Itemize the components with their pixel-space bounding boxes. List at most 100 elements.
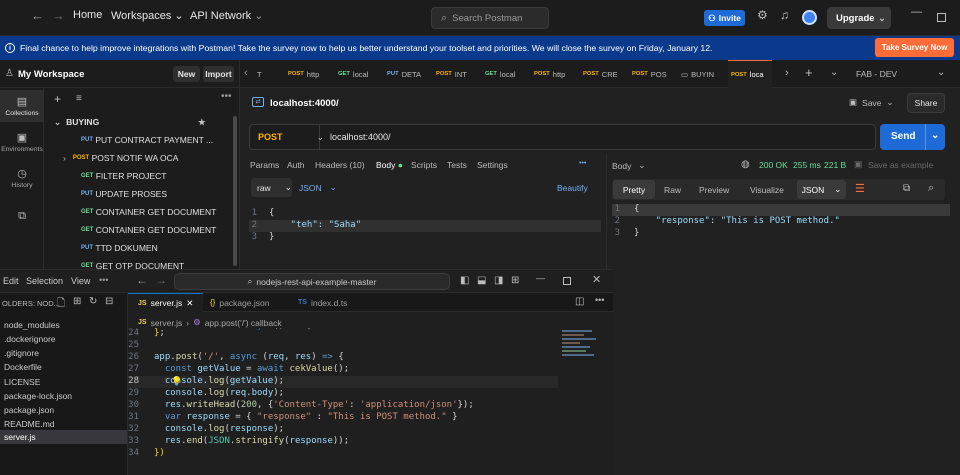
copy-icon[interactable]: ⧉ xyxy=(903,183,910,194)
list-item[interactable]: GET CONTAINER GET DOCUMENT xyxy=(44,203,232,221)
new-folder-icon[interactable]: ⊞ xyxy=(73,296,81,307)
nav-api-network[interactable]: API Network ⌄ xyxy=(190,9,263,22)
nav-home[interactable]: Home xyxy=(73,9,102,21)
minimize-icon[interactable]: — xyxy=(911,6,922,18)
tab-server-js[interactable]: JS server.js ✕ xyxy=(128,293,204,312)
lightbulb-icon[interactable]: 💡 xyxy=(171,376,182,387)
tab-auth[interactable]: Auth xyxy=(287,160,305,170)
method-select[interactable]: POST ⌄ xyxy=(250,125,324,149)
tab-request[interactable]: PUT DETA xyxy=(387,60,421,88)
chevron-down-icon[interactable]: ⌄ xyxy=(931,130,939,141)
command-center[interactable]: ⌕ nodejs-rest-api-example-master xyxy=(174,273,450,290)
chevron-down-icon[interactable]: ⌄ xyxy=(830,67,838,78)
tab-body[interactable]: Body ● xyxy=(376,160,403,170)
tab-preview[interactable]: Preview xyxy=(699,185,729,195)
more-icon[interactable]: ••• xyxy=(221,91,232,102)
tab-params[interactable]: Params xyxy=(250,160,279,170)
response-format-select[interactable]: JSON ⌄ xyxy=(797,180,846,199)
tab-tests[interactable]: Tests xyxy=(447,160,467,170)
minimap[interactable] xyxy=(562,328,602,362)
menu-view[interactable]: View xyxy=(71,276,90,286)
tab-request-active[interactable]: POST loca xyxy=(728,60,772,88)
forward-arrow-icon[interactable]: → xyxy=(155,273,167,287)
environment-selector[interactable]: FAB - DEV xyxy=(856,69,897,79)
layout-sidebar-icon[interactable]: ◧ xyxy=(460,275,469,286)
list-item[interactable]: GET CONTAINER GET DOCUMENT xyxy=(44,221,232,239)
add-icon[interactable]: + xyxy=(54,92,61,106)
list-item[interactable]: README.md xyxy=(4,419,55,429)
list-item[interactable]: node_modules xyxy=(4,320,60,330)
layout-panel-icon[interactable]: ⬓ xyxy=(477,275,486,286)
search-icon[interactable]: ⌕ xyxy=(928,182,934,195)
import-button[interactable]: Import xyxy=(203,66,234,82)
close-icon[interactable]: ✕ xyxy=(186,298,193,309)
menu-edit[interactable]: Edit xyxy=(3,276,19,286)
response-body-select[interactable]: Body ⌄ xyxy=(612,160,646,171)
bell-icon[interactable]: ♫ xyxy=(780,8,789,22)
tab-pretty[interactable]: Pretty xyxy=(613,180,655,199)
tab-request[interactable]: POST INT xyxy=(436,60,467,88)
response-body-viewer[interactable]: 1{ 2 "response": "This is POST method." … xyxy=(612,204,950,268)
invite-button[interactable]: ⚇ Invite xyxy=(704,10,745,26)
sidebar-item-environments[interactable]: ▣ Environments xyxy=(0,128,44,158)
tab-request[interactable]: POST CRE xyxy=(583,60,618,88)
chevron-left-icon[interactable]: ‹ xyxy=(244,67,248,79)
request-title[interactable]: localhost:4000/ xyxy=(270,98,339,109)
new-file-icon[interactable]: 🗋 xyxy=(57,296,65,313)
star-icon[interactable]: ★ xyxy=(198,117,206,128)
list-item[interactable]: LICENSE xyxy=(4,377,40,387)
maximize-icon[interactable] xyxy=(937,13,946,22)
nav-workspaces[interactable]: Workspaces ⌄ xyxy=(111,9,184,22)
avatar[interactable] xyxy=(802,10,817,25)
save-as-example-button[interactable]: Save as example xyxy=(868,160,933,170)
tab-request[interactable]: POST POS xyxy=(632,60,667,88)
tab-request[interactable]: POST http xyxy=(288,60,319,88)
send-button[interactable]: Send ⌄ xyxy=(880,124,945,150)
chevron-down-icon[interactable]: ⌄ xyxy=(937,67,945,78)
new-button[interactable]: New xyxy=(173,66,200,82)
body-format-select[interactable]: JSON ⌄ xyxy=(299,182,337,193)
layout-grid-icon[interactable]: ⊞ xyxy=(511,275,519,286)
menu-selection[interactable]: Selection xyxy=(26,276,63,286)
list-item[interactable]: PUT PUT CONTRACT PAYMENT ... xyxy=(44,131,232,149)
tab-package-json[interactable]: {} package.json xyxy=(200,293,279,312)
list-item[interactable]: › POST POST NOTIF WA OCA xyxy=(44,149,232,167)
tab-scripts[interactable]: Scripts xyxy=(411,160,437,170)
list-item[interactable]: PUT UPDATE PROSES xyxy=(44,185,232,203)
list-item[interactable]: .gitignore xyxy=(4,348,39,358)
workspace-name[interactable]: My Workspace xyxy=(18,69,84,80)
tab-request[interactable]: T xyxy=(254,60,262,88)
tab-settings[interactable]: Settings xyxy=(477,160,508,170)
share-button[interactable]: Share xyxy=(907,93,945,113)
folder-buying[interactable]: ⌄ BUYING ★ xyxy=(44,113,232,131)
tab-index-d-ts[interactable]: TS index.d.ts xyxy=(288,293,357,312)
tab-raw[interactable]: Raw xyxy=(664,185,681,195)
back-arrow-icon[interactable]: ← xyxy=(31,8,44,23)
forward-arrow-icon[interactable]: → xyxy=(52,8,65,23)
url-input[interactable]: localhost:4000/ xyxy=(330,132,391,142)
split-editor-icon[interactable]: ◫ xyxy=(575,296,584,307)
code-area[interactable]: const cekValue = async() => { 24}; 26app… xyxy=(128,328,558,475)
more-icon[interactable]: ••• xyxy=(595,295,604,305)
filter-icon[interactable]: ≡ xyxy=(76,93,82,104)
list-item[interactable]: package.json xyxy=(4,405,54,415)
list-item[interactable]: Dockerfile xyxy=(4,362,42,372)
sidebar-item-more[interactable]: ⧉ xyxy=(0,210,44,228)
gear-icon[interactable]: ⚙ xyxy=(757,8,768,22)
collapse-icon[interactable]: ⊟ xyxy=(105,296,113,307)
wrap-lines-icon[interactable]: ☰ xyxy=(855,182,865,195)
take-survey-button[interactable]: Take Survey Now xyxy=(875,38,954,57)
tree-scrollbar[interactable] xyxy=(233,116,237,266)
maximize-icon[interactable] xyxy=(563,277,571,285)
more-icon[interactable]: ••• xyxy=(579,160,586,167)
back-arrow-icon[interactable]: ← xyxy=(136,273,148,287)
tab-request[interactable]: GET local xyxy=(485,60,515,88)
search-input[interactable]: ⌕ Search Postman xyxy=(431,7,549,29)
more-icon[interactable]: ••• xyxy=(99,275,108,285)
body-type-select[interactable]: raw ⌄ xyxy=(251,178,292,197)
list-item[interactable]: .dockerignore xyxy=(4,334,56,344)
chevron-right-icon[interactable]: › xyxy=(785,67,789,79)
list-item[interactable]: PUT TTD DOKUMEN xyxy=(44,239,232,257)
sidebar-item-collections[interactable]: ▤ Collections xyxy=(0,90,44,122)
add-tab-icon[interactable]: + xyxy=(805,65,813,80)
